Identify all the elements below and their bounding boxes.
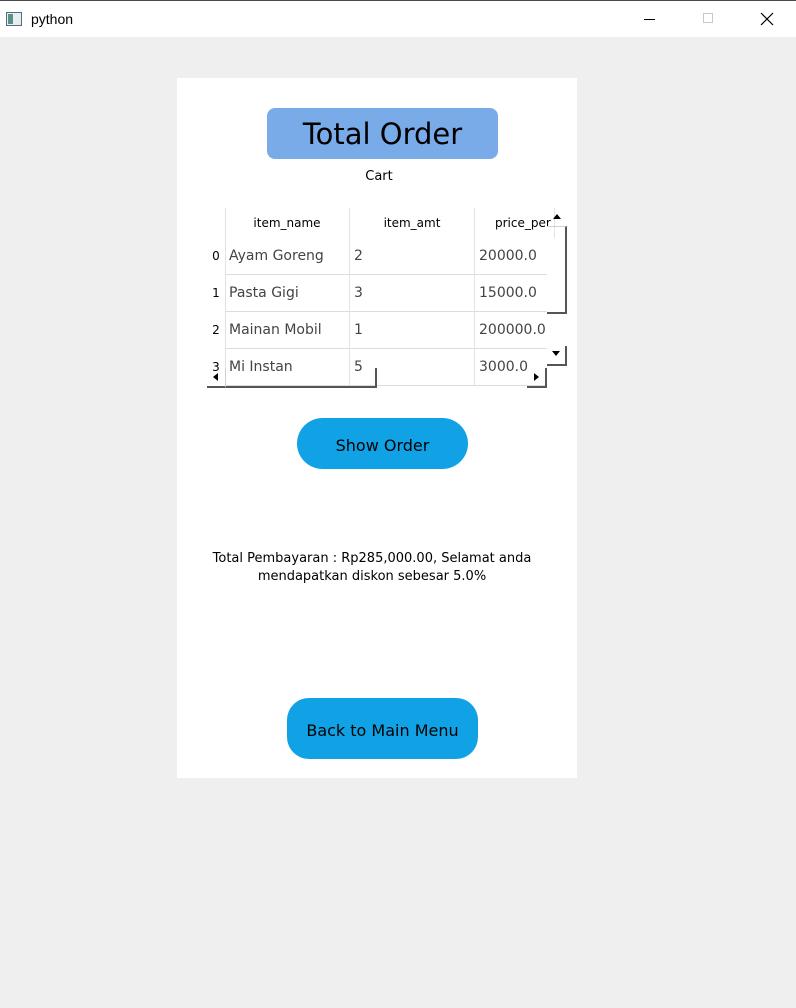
- minimize-button[interactable]: [626, 1, 672, 37]
- total-payment-line: Total Pembayaran : Rp285,000.00, Selamat…: [212, 551, 532, 566]
- close-icon: [760, 12, 774, 26]
- back-to-main-menu-button[interactable]: Back to Main Menu: [287, 698, 478, 759]
- page-title: Total Order: [267, 108, 498, 159]
- row-header-divider: [225, 208, 226, 368]
- scroll-right-arrow-icon[interactable]: [527, 368, 547, 388]
- cell-item-name[interactable]: Pasta Gigi: [225, 275, 350, 312]
- vertical-scroll-thumb[interactable]: [547, 226, 567, 314]
- row-index: 0: [212, 249, 220, 263]
- horizontal-scroll-thumb[interactable]: [225, 368, 377, 388]
- table-row[interactable]: 1 Pasta Gigi 3 15000.0: [207, 275, 547, 312]
- cart-label: Cart: [365, 169, 393, 184]
- column-header-price-per[interactable]: price_per: [475, 208, 555, 238]
- column-header-item-name[interactable]: item_name: [225, 208, 350, 238]
- scroll-down-arrow-icon[interactable]: [547, 346, 567, 366]
- column-header-item-amt[interactable]: item_amt: [350, 208, 475, 238]
- cell-price-per[interactable]: 200000.0: [475, 312, 547, 349]
- scrollbar-corner: [547, 368, 567, 388]
- cell-item-name[interactable]: Ayam Goreng: [225, 238, 350, 275]
- cell-price-per[interactable]: 20000.0: [475, 238, 547, 275]
- total-payment-text: Total Pembayaran : Rp285,000.00, Selamat…: [197, 550, 547, 586]
- show-order-button[interactable]: Show Order: [297, 418, 468, 469]
- horizontal-scrollbar[interactable]: [207, 368, 547, 388]
- discount-line: mendapatkan diskon sebesar 5.0%: [257, 569, 487, 584]
- cell-item-amt[interactable]: 2: [350, 238, 475, 275]
- table-row[interactable]: 0 Ayam Goreng 2 20000.0: [207, 238, 547, 275]
- cell-item-name[interactable]: Mainan Mobil: [225, 312, 350, 349]
- app-icon: [6, 12, 22, 26]
- table-header: item_name item_amt price_per: [207, 208, 555, 238]
- table-row[interactable]: 2 Mainan Mobil 1 200000.0: [207, 312, 547, 349]
- vertical-scrollbar[interactable]: [547, 208, 567, 368]
- cart-table[interactable]: item_name item_amt price_per 0 Ayam Gore…: [207, 208, 567, 388]
- cell-item-amt[interactable]: 3: [350, 275, 475, 312]
- close-button[interactable]: [744, 1, 790, 37]
- total-order-panel: Total Order Cart item_name item_amt pric…: [177, 78, 577, 778]
- window-title: python: [31, 11, 74, 27]
- maximize-button[interactable]: [685, 1, 731, 37]
- row-index: 1: [212, 286, 220, 300]
- row-index: 2: [212, 323, 220, 337]
- cell-price-per[interactable]: 15000.0: [475, 275, 547, 312]
- cell-item-amt[interactable]: 1: [350, 312, 475, 349]
- scroll-up-arrow-icon[interactable]: [547, 208, 567, 226]
- scroll-left-arrow-icon[interactable]: [207, 368, 225, 388]
- title-bar: python: [0, 0, 796, 37]
